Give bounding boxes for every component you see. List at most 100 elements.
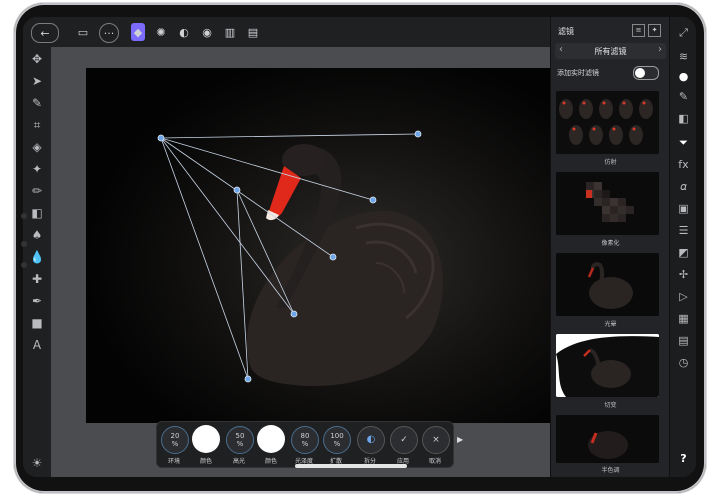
dial-unit: % (236, 440, 244, 448)
home-indicator[interactable] (295, 464, 407, 468)
text-tool-icon[interactable]: A (29, 337, 45, 353)
fullscreen-icon[interactable]: ⤢ (676, 25, 691, 40)
filter-label: 切变 (604, 402, 617, 409)
top-toolbar: ← ▭ ··· ◆ ✺ ◐ ◉ ▥ ▤ (23, 17, 550, 48)
affine-preview (556, 91, 659, 154)
dial-label: 高光 (232, 458, 245, 465)
dial-value: 80 (300, 432, 310, 440)
dial-unit: % (171, 440, 179, 448)
color-swatch[interactable] (257, 425, 285, 453)
stock-icon[interactable]: ▣ (676, 201, 691, 216)
studio-bar: ⤢ ≋ ● ✎ ◧ ⏷ fx 𝛼 ▣ ☰ ◩ ✢ ▷ ▦ ▤ ◷ ? (669, 17, 696, 477)
help-icon[interactable]: ? (676, 451, 691, 466)
dial-value: 100 (330, 432, 344, 440)
clone-tool-icon[interactable]: ✒ (29, 293, 45, 309)
halftone-preview (556, 415, 659, 463)
swan-photo[interactable] (86, 68, 550, 423)
filter-thumb-affine[interactable] (556, 91, 659, 154)
dial-unit: % (301, 440, 309, 448)
cancel-button[interactable]: × (422, 426, 450, 454)
filter-label: 光晕 (604, 321, 617, 328)
document-icon[interactable]: ▭ (75, 23, 91, 41)
dial-label: 颜色 (264, 458, 277, 465)
back-button[interactable]: ← (31, 23, 59, 43)
filter-thumb-glow[interactable] (556, 253, 659, 316)
highlight-dial[interactable]: 50% (226, 426, 254, 454)
eraser-icon[interactable]: ◧ (29, 205, 45, 221)
layers-icon[interactable]: ≋ (676, 49, 691, 64)
dial-label: 环境 (167, 458, 180, 465)
liquify-persona-icon[interactable]: ◐ (177, 23, 191, 41)
pointer-tool-icon[interactable]: ➤ (29, 73, 45, 89)
toggle-knob (635, 68, 645, 78)
glow-preview (556, 253, 659, 316)
paint-brush-icon[interactable]: ✏ (29, 183, 45, 199)
adjustments-icon[interactable]: ◧ (676, 111, 691, 126)
apply-button[interactable]: ✓ (390, 426, 418, 454)
crop-tool-icon[interactable]: ⌗ (29, 117, 45, 133)
grid-icon[interactable]: ▦ (676, 311, 691, 326)
transform-icon[interactable]: ◩ (676, 245, 691, 260)
filters-panel: 滤镜 ≡ ✦ ‹ 所有滤镜 › 添加实时滤镜 仿射 像素化 光晕 切变 半色调 (550, 17, 670, 477)
photo-persona-icon[interactable]: ◆ (131, 23, 145, 41)
sensor-dot (21, 241, 27, 247)
expand-toolbar-icon[interactable]: ▶ (457, 435, 463, 444)
filter-context-toolbar: 20% 环境 颜色 50% 高光 颜色 80% 光泽度 100% 扩散 ◐ 拆分… (156, 421, 454, 468)
character-icon[interactable]: 𝛼 (676, 179, 691, 194)
split-button[interactable]: ◐ (357, 426, 385, 454)
filter-thumb-pixelate[interactable] (556, 172, 659, 235)
filter-label: 像素化 (601, 240, 620, 247)
shear-preview (556, 334, 659, 397)
selection-brush-icon[interactable]: ◈ (29, 139, 45, 155)
play-icon[interactable]: ▷ (676, 289, 691, 304)
color-icon[interactable]: ● (676, 69, 691, 84)
tone-mapping-icon[interactable]: ▥ (223, 23, 237, 41)
channels-icon[interactable]: ▤ (676, 333, 691, 348)
hint-icon[interactable]: ☀ (29, 455, 45, 471)
chevron-right-icon[interactable]: › (658, 44, 662, 55)
navigator-icon[interactable]: ✢ (676, 267, 691, 282)
develop-persona-icon[interactable]: ◉ (200, 23, 214, 41)
camera-dot (21, 213, 27, 219)
flood-select-icon[interactable]: ✦ (29, 161, 45, 177)
color-swatch[interactable] (192, 425, 220, 453)
filters-icon[interactable]: ⏷ (676, 135, 691, 150)
dial-label: 颜色 (199, 458, 212, 465)
app-screen: ← ▭ ··· ◆ ✺ ◐ ◉ ▥ ▤ ✥ ➤ ✎ ⌗ ◈ ✦ ✏ ◧ ♠ 💧 … (23, 17, 696, 477)
panel-title: 滤镜 (558, 27, 574, 36)
dial-label: 取消 (428, 458, 441, 465)
healing-brush-icon[interactable]: ✚ (29, 271, 45, 287)
filter-label: 半色调 (601, 467, 620, 474)
category-selector[interactable]: ‹ 所有滤镜 › (555, 43, 666, 59)
dial-value: 50 (235, 432, 245, 440)
sensor-dot (21, 262, 27, 268)
move-tool-icon[interactable]: ✥ (29, 51, 45, 67)
split-icon: ◐ (366, 434, 376, 445)
left-toolbar: ✥ ➤ ✎ ⌗ ◈ ✦ ✏ ◧ ♠ 💧 ✚ ✒ ■ A ☀ (23, 47, 51, 477)
pin-icon[interactable]: ✦ (648, 24, 661, 37)
live-filter-toggle[interactable] (633, 66, 659, 80)
more-icon[interactable]: ··· (99, 23, 119, 43)
rectangle-tool-icon[interactable]: ■ (29, 315, 45, 331)
gloss-dial[interactable]: 80% (291, 426, 319, 454)
diffuse-dial[interactable]: 100% (323, 426, 351, 454)
brushes-icon[interactable]: ✎ (676, 89, 691, 104)
pixelate-preview (556, 172, 659, 235)
filter-thumb-halftone[interactable] (556, 415, 659, 463)
fx-icon[interactable]: fx (676, 157, 691, 172)
blur-tool-icon[interactable]: 💧 (29, 249, 45, 265)
filter-thumb-shear[interactable] (556, 334, 659, 397)
export-persona-icon[interactable]: ▤ (246, 23, 260, 41)
clock-icon[interactable]: ◷ (676, 355, 691, 370)
history-list-icon[interactable]: ☰ (676, 223, 691, 238)
filter-label: 仿射 (604, 159, 617, 166)
check-icon: ✓ (400, 435, 408, 445)
picker-tool-icon[interactable]: ✎ (29, 95, 45, 111)
category-label: 所有滤镜 (594, 47, 627, 56)
dial-unit: % (333, 440, 341, 448)
ambient-dial[interactable]: 20% (161, 426, 189, 454)
panel-menu-icon[interactable]: ≡ (632, 24, 645, 37)
selection-persona-icon[interactable]: ✺ (154, 23, 168, 41)
dodge-burn-icon[interactable]: ♠ (29, 227, 45, 243)
close-icon: × (432, 435, 440, 445)
